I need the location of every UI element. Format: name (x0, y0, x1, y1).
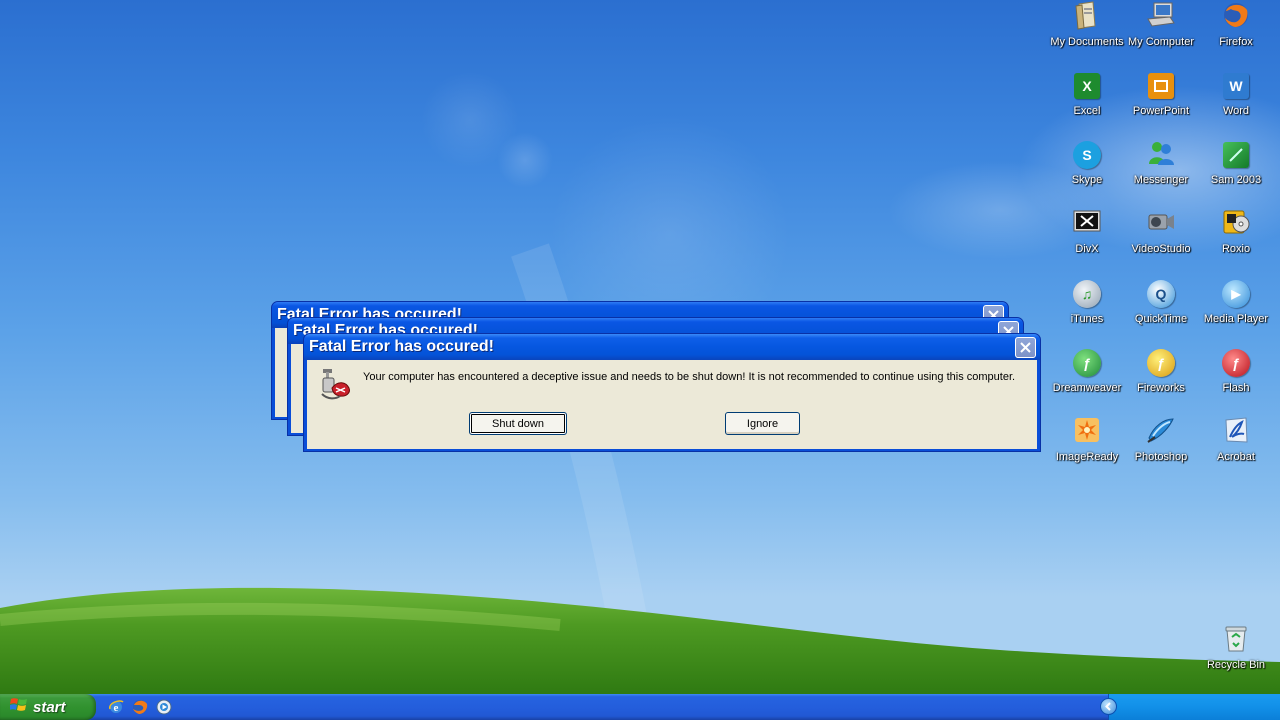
desktop-icon-label: Media Player (1203, 313, 1269, 325)
recycle-bin-icon (1222, 623, 1250, 657)
dialog-title-bar[interactable]: Fatal Error has occured! (304, 334, 1040, 360)
flash-icon: ƒ (1222, 349, 1250, 377)
desktop-icon-messenger[interactable]: Messenger (1123, 140, 1199, 186)
skype-icon: S (1073, 141, 1101, 169)
desktop-icon-label: ImageReady (1055, 451, 1119, 463)
desktop-icon-itunes[interactable]: ♫ iTunes (1049, 279, 1125, 325)
chevron-left-icon (1105, 702, 1111, 711)
desktop-icon-label: iTunes (1070, 313, 1104, 325)
desktop-icon-label: DivX (1075, 243, 1099, 255)
folder-documents-icon (1073, 0, 1101, 34)
desktop-icon-label: Excel (1073, 105, 1101, 117)
itunes-icon: ♫ (1073, 280, 1101, 308)
desktop-icon-fireworks[interactable]: ƒ Fireworks (1123, 348, 1199, 394)
desktop-icon-label: QuickTime (1134, 313, 1188, 325)
ignore-button[interactable]: Ignore (725, 412, 800, 435)
quicktime-icon: Q (1147, 280, 1175, 308)
media-player-icon: ▶ (1222, 280, 1250, 308)
imageready-icon (1073, 416, 1101, 448)
taskbar: start e (0, 694, 1280, 720)
desktop: My Documents My Computer Firefox X Excel… (0, 0, 1280, 694)
desktop-icon-label: Recycle Bin (1206, 659, 1266, 671)
desktop-icon-word[interactable]: W Word (1198, 71, 1274, 117)
desktop-icon-my-documents[interactable]: My Documents (1049, 0, 1125, 48)
desktop-icon-imageready[interactable]: ImageReady (1049, 417, 1125, 463)
sam-icon (1223, 142, 1249, 168)
system-error-icon (318, 366, 354, 406)
desktop-icon-quicktime[interactable]: Q QuickTime (1123, 279, 1199, 325)
firefox-icon[interactable] (132, 699, 148, 715)
fireworks-icon: ƒ (1147, 349, 1175, 377)
desktop-icon-dreamweaver[interactable]: ƒ Dreamweaver (1049, 348, 1125, 394)
desktop-icon-flash[interactable]: ƒ Flash (1198, 348, 1274, 394)
desktop-icon-label: Sam 2003 (1210, 174, 1262, 186)
desktop-icon-label: Messenger (1133, 174, 1189, 186)
media-player-icon[interactable] (156, 699, 172, 715)
desktop-icon-label: VideoStudio (1131, 243, 1191, 255)
desktop-icon-label: Word (1222, 105, 1250, 117)
videostudio-icon (1146, 208, 1176, 240)
desktop-icon-powerpoint[interactable]: PowerPoint (1123, 71, 1199, 117)
computer-icon (1146, 1, 1176, 33)
internet-explorer-icon[interactable]: e (108, 699, 124, 715)
dialog-message: Your computer has encountered a deceptiv… (363, 371, 1016, 383)
desktop-icon-label: Skype (1071, 174, 1103, 186)
desktop-icon-my-computer[interactable]: My Computer (1123, 2, 1199, 48)
desktop-icon-divx[interactable]: DivX (1049, 209, 1125, 255)
dreamweaver-icon: ƒ (1073, 349, 1101, 377)
shut-down-button[interactable]: Shut down (469, 412, 567, 435)
desktop-icon-skype[interactable]: S Skype (1049, 140, 1125, 186)
desktop-icon-label: My Documents (1050, 36, 1124, 48)
desktop-icon-label: Photoshop (1134, 451, 1188, 463)
desktop-icon-label: My Computer (1127, 36, 1195, 48)
desktop-icon-sam-2003[interactable]: Sam 2003 (1198, 140, 1274, 186)
system-tray (1100, 694, 1280, 720)
start-label: start (33, 698, 66, 716)
divx-icon (1072, 208, 1102, 240)
desktop-icon-label: Firefox (1219, 36, 1253, 48)
desktop-icon-label: Fireworks (1137, 382, 1185, 394)
desktop-icon-acrobat[interactable]: Acrobat (1198, 417, 1274, 463)
firefox-icon (1222, 1, 1250, 33)
close-button[interactable] (1015, 336, 1036, 358)
desktop-icon-label: Acrobat (1217, 451, 1255, 463)
desktop-icon-label: PowerPoint (1132, 105, 1190, 117)
photoshop-icon (1146, 416, 1176, 448)
svg-text:e: e (114, 702, 119, 714)
excel-icon: X (1074, 73, 1100, 99)
roxio-icon (1221, 208, 1251, 240)
powerpoint-icon (1148, 73, 1174, 99)
desktop-icon-firefox[interactable]: Firefox (1198, 2, 1274, 48)
desktop-icon-label: Flash (1222, 382, 1250, 394)
desktop-icon-media-player[interactable]: ▶ Media Player (1198, 279, 1274, 325)
desktop-icon-excel[interactable]: X Excel (1049, 71, 1125, 117)
messenger-icon (1146, 140, 1176, 170)
acrobat-icon (1222, 416, 1250, 448)
dialog-title: Fatal Error has occured! (309, 338, 494, 355)
close-icon (1020, 341, 1031, 353)
word-icon: W (1223, 73, 1249, 99)
desktop-icon-roxio[interactable]: Roxio (1198, 209, 1274, 255)
desktop-icon-videostudio[interactable]: VideoStudio (1123, 209, 1199, 255)
desktop-icon-label: Roxio (1221, 243, 1251, 255)
dialog-body: Your computer has encountered a deceptiv… (307, 360, 1037, 449)
windows-logo-icon (9, 697, 28, 717)
start-button[interactable]: start (0, 694, 96, 720)
desktop-icon-photoshop[interactable]: Photoshop (1123, 417, 1199, 463)
desktop-icon-label: Dreamweaver (1052, 382, 1122, 394)
tray-expand-button[interactable] (1100, 698, 1117, 715)
desktop-icon-recycle-bin[interactable]: Recycle Bin (1198, 625, 1274, 671)
error-dialog[interactable]: Fatal Error has occured! Your computer h… (303, 333, 1041, 452)
